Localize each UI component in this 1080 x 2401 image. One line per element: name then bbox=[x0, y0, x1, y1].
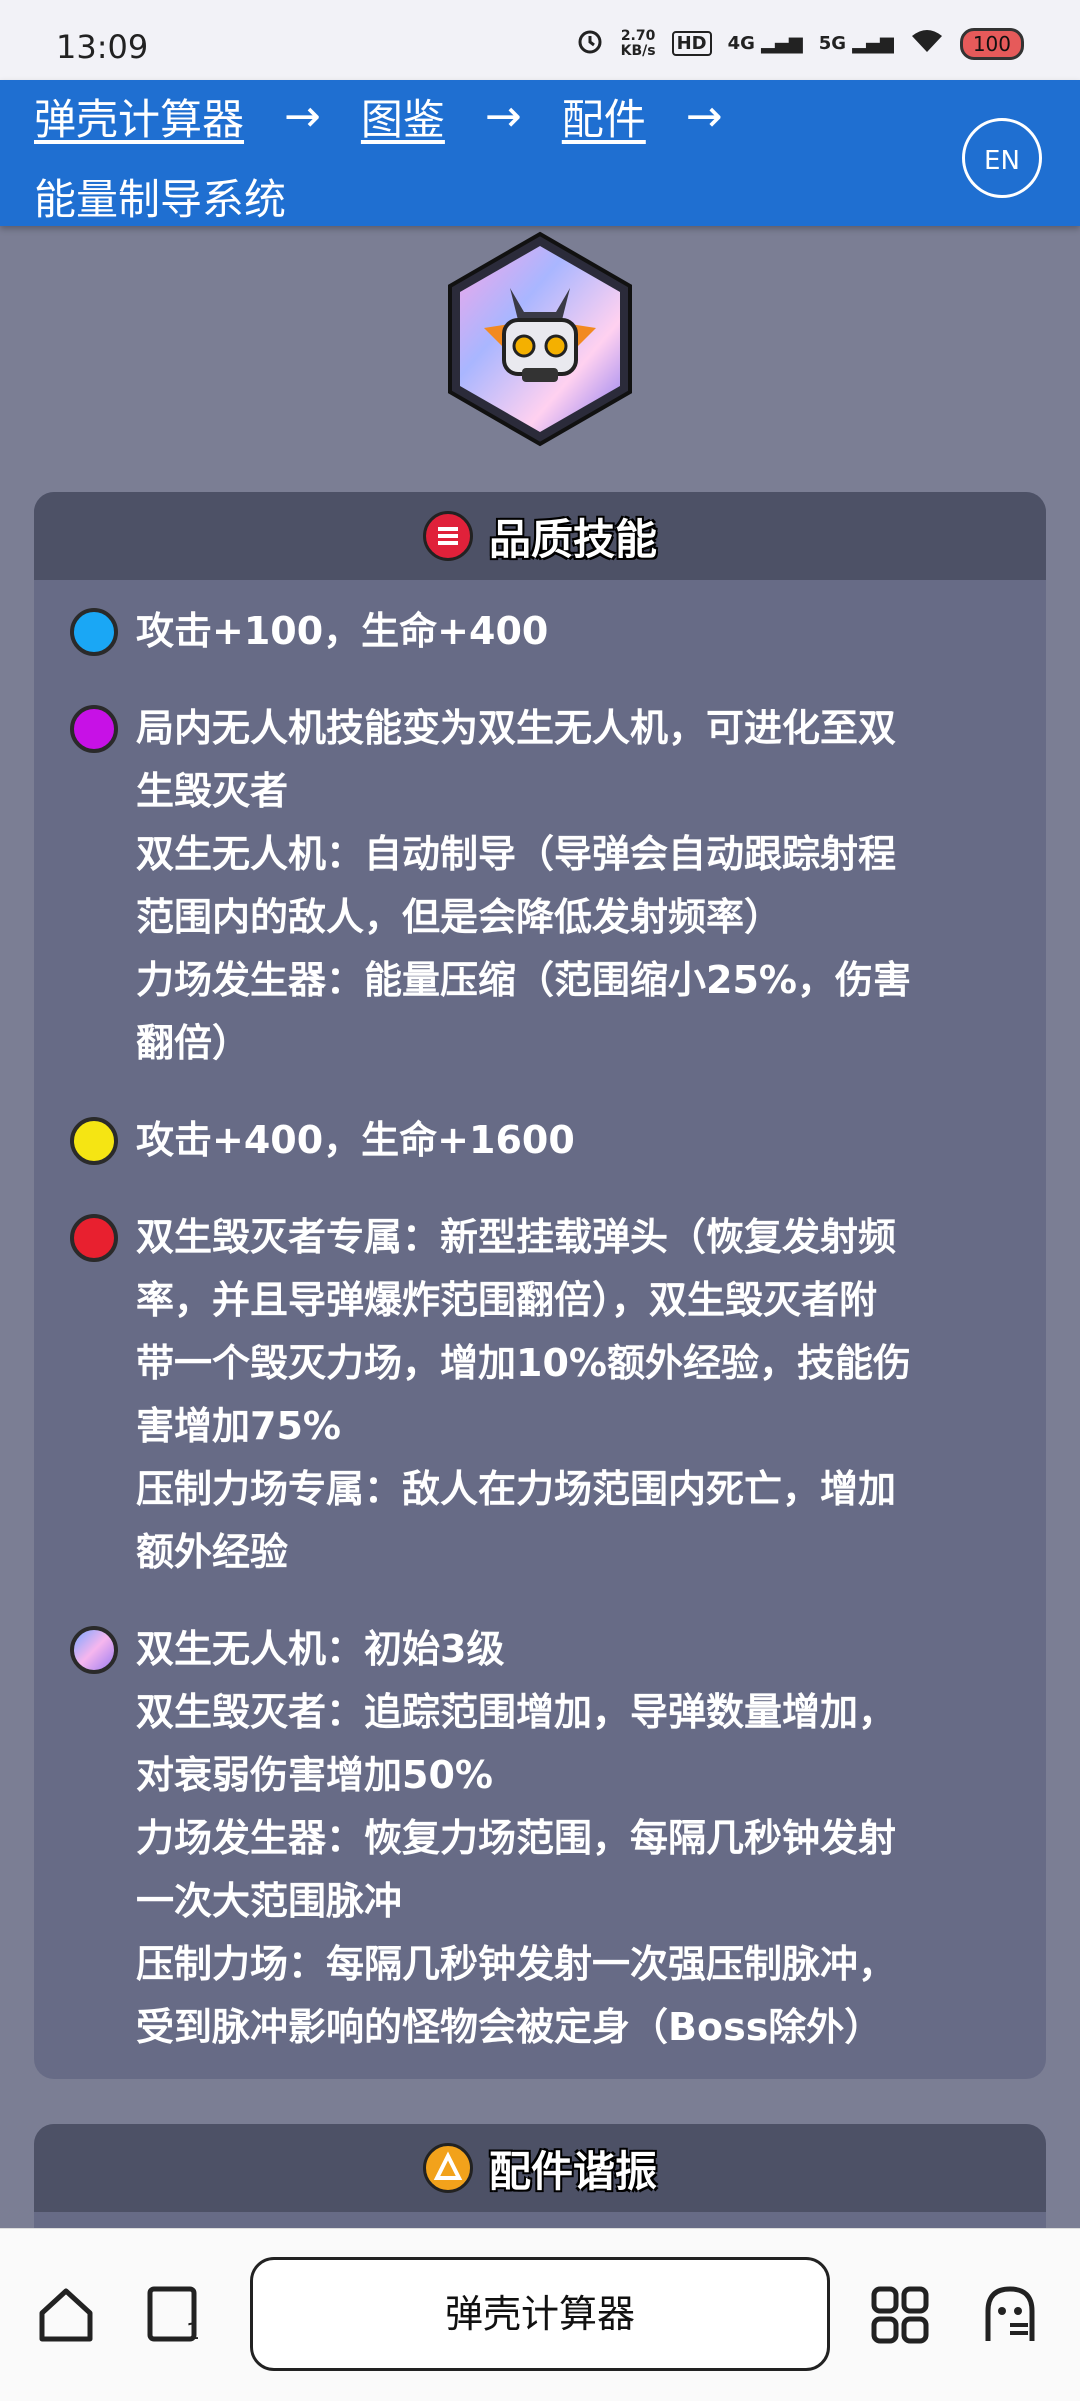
alarm-icon bbox=[575, 26, 605, 61]
language-button[interactable]: EN bbox=[962, 118, 1042, 198]
card-header: 品质技能 bbox=[34, 492, 1046, 580]
skill-text: 压制力场专属：敌人在力场范围内死亡，增加 bbox=[136, 1467, 897, 1511]
wifi-icon bbox=[910, 28, 944, 59]
status-icons: 2.70 KB/s HD 4G ▂▄▆ 5G ▂▄▆ 100 bbox=[575, 26, 1024, 61]
ghost-icon[interactable] bbox=[980, 2285, 1040, 2349]
svg-text:1: 1 bbox=[186, 2320, 200, 2345]
skill-row: 双生毁灭者专属：新型挂载弹头（恢复发射频 率，并且导弹爆炸范围翻倍），双生毁灭者… bbox=[34, 1206, 1046, 1584]
page-title: 能量制导系统 bbox=[34, 175, 287, 224]
skill-text: 率，并且导弹爆炸范围翻倍），双生毁灭者附 bbox=[136, 1278, 878, 1322]
skill-text: 双生无人机：初始3级 bbox=[136, 1627, 505, 1671]
home-icon[interactable] bbox=[36, 2285, 96, 2349]
tabs-icon[interactable]: 1 bbox=[146, 2285, 206, 2349]
skill-text: 受到脉冲影响的怪物会被定身（Boss除外） bbox=[136, 2005, 883, 2049]
skill-row: 局内无人机技能变为双生无人机，可进化至双 生毁灭者 双生无人机：自动制导（导弹会… bbox=[34, 697, 1046, 1075]
card-title: 品质技能 bbox=[488, 514, 657, 564]
skill-text: 攻击+400，生命+1600 bbox=[136, 1118, 575, 1162]
battery-indicator: 100 bbox=[959, 27, 1024, 60]
card-header: 配件谐振 bbox=[34, 2124, 1046, 2212]
skill-text: 翻倍） bbox=[136, 1021, 251, 1065]
quality-red-icon bbox=[70, 1214, 118, 1262]
skill-text: 范围内的敌人，但是会降低发射频率） bbox=[136, 895, 783, 939]
signal-5g: 5G ▂▄▆ bbox=[818, 33, 894, 54]
quality-blue-icon bbox=[70, 608, 118, 656]
skill-text: 一次大范围脉冲 bbox=[136, 1879, 403, 1923]
skill-row: 攻击+400，生命+1600 bbox=[34, 1109, 1046, 1172]
status-time: 13:09 bbox=[56, 28, 149, 66]
signal-4g: 4G ▂▄▆ bbox=[727, 33, 803, 54]
skill-text: 害增加75% bbox=[136, 1404, 341, 1448]
net-speed: 2.70 KB/s bbox=[620, 27, 656, 59]
item-icon bbox=[440, 228, 640, 450]
skill-row: 攻击+100，生命+400 bbox=[34, 600, 1046, 663]
app-title-button[interactable]: 弹壳计算器 bbox=[250, 2257, 830, 2371]
app-header: 弹壳计算器 → 图鉴 → 配件 → 能量制导系统 EN bbox=[0, 80, 1080, 226]
skill-text: 双生毁灭者：追踪范围增加，导弹数量增加， bbox=[136, 1690, 897, 1734]
list-icon bbox=[422, 511, 473, 561]
grid-menu-icon[interactable] bbox=[870, 2285, 930, 2349]
hd-icon: HD bbox=[671, 31, 712, 56]
quality-purple-icon bbox=[70, 705, 118, 753]
skill-text: 额外经验 bbox=[136, 1530, 289, 1574]
breadcrumb-arrow-icon: → bbox=[284, 91, 321, 142]
breadcrumb-arrow-icon: → bbox=[685, 91, 723, 142]
breadcrumb-catalog[interactable]: 图鉴 bbox=[361, 86, 445, 147]
skill-text: 局内无人机技能变为双生无人机，可进化至双 bbox=[136, 706, 897, 750]
skill-text: 生毁灭者 bbox=[136, 769, 289, 813]
breadcrumb-calculator[interactable]: 弹壳计算器 bbox=[34, 86, 244, 147]
skill-text: 对衰弱伤害增加50% bbox=[136, 1753, 493, 1797]
skill-text: 双生毁灭者专属：新型挂载弹头（恢复发射频 bbox=[136, 1215, 897, 1259]
quality-yellow-icon bbox=[70, 1117, 118, 1165]
skill-row: 双生无人机：初始3级 双生毁灭者：追踪范围增加，导弹数量增加， 对衰弱伤害增加5… bbox=[34, 1618, 1046, 2059]
quality-holo-icon bbox=[70, 1626, 118, 1674]
bottom-nav: 1 弹壳计算器 bbox=[0, 2228, 1080, 2401]
skill-text: 力场发生器：能量压缩（范围缩小25%，伤害 bbox=[136, 958, 911, 1002]
skill-text: 压制力场：每隔几秒钟发射一次强压制脉冲， bbox=[136, 1942, 897, 1986]
skill-text: 带一个毁灭力场，增加10%额外经验，技能伤 bbox=[136, 1341, 911, 1385]
breadcrumb-accessories[interactable]: 配件 bbox=[562, 86, 646, 147]
skill-text: 双生无人机：自动制导（导弹会自动跟踪射程 bbox=[136, 832, 897, 876]
card-title: 配件谐振 bbox=[488, 2146, 657, 2196]
skill-text: 攻击+100，生命+400 bbox=[136, 609, 549, 653]
breadcrumb-arrow-icon: → bbox=[484, 91, 522, 142]
resonance-icon bbox=[422, 2143, 473, 2193]
quality-skills-card: 品质技能 攻击+100，生命+400 局内无人机技能变为双生无人机，可进化至双 … bbox=[34, 492, 1046, 2079]
skill-text: 力场发生器：恢复力场范围，每隔几秒钟发射 bbox=[136, 1816, 897, 1860]
status-bar: 13:09 2.70 KB/s HD 4G ▂▄▆ 5G ▂▄▆ 100 bbox=[0, 0, 1080, 80]
breadcrumb: 弹壳计算器 → 图鉴 → 配件 → bbox=[34, 86, 763, 147]
